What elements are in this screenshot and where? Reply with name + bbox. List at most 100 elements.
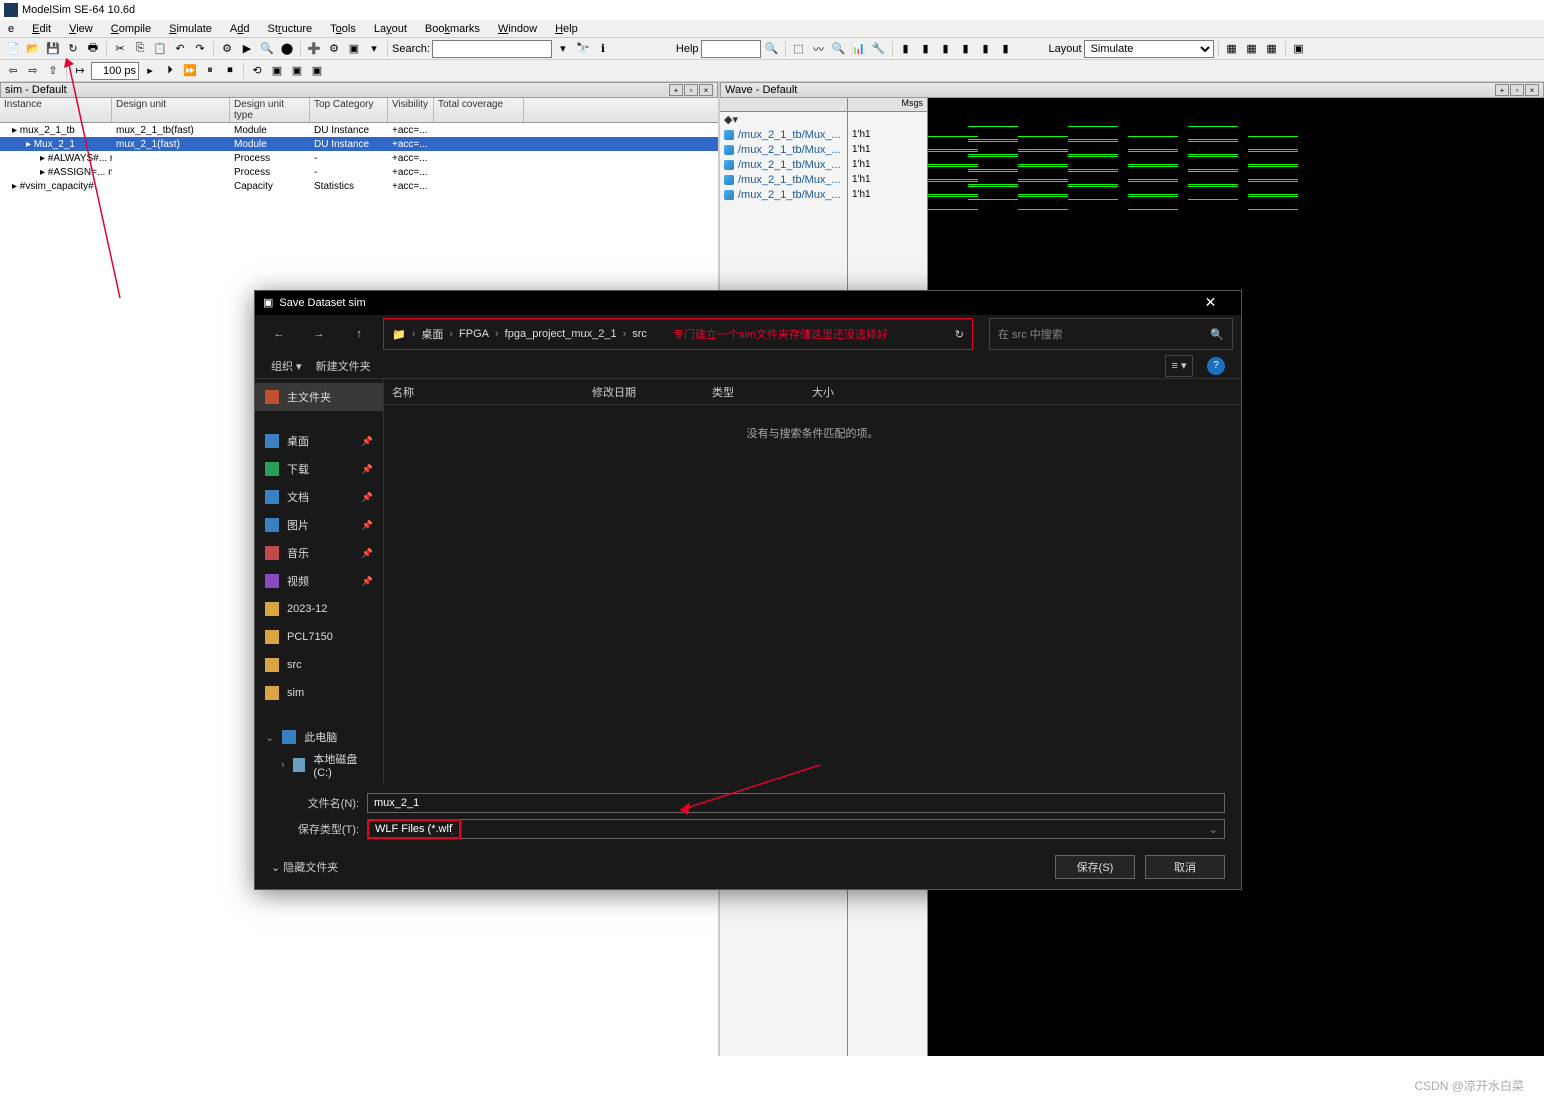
side-documents[interactable]: 文档📌 bbox=[255, 483, 383, 511]
nav-up-button[interactable]: ↑ bbox=[343, 318, 375, 350]
nav-back-button[interactable]: ← bbox=[263, 318, 295, 350]
zoom-icon[interactable]: 🔍 bbox=[830, 40, 848, 58]
wave-signal[interactable]: /mux_2_1_tb/Mux_... bbox=[720, 157, 847, 172]
nav-back-icon[interactable]: ⇦ bbox=[4, 62, 22, 80]
filename-input[interactable] bbox=[367, 793, 1225, 813]
breakpoint-icon[interactable]: ⬤ bbox=[278, 40, 296, 58]
panel-close-icon[interactable]: × bbox=[699, 84, 713, 96]
run-icon[interactable]: ▶ bbox=[238, 40, 256, 58]
open-icon[interactable]: 📂 bbox=[24, 40, 42, 58]
col-icon-2[interactable]: ▮ bbox=[917, 40, 935, 58]
col-icon-3[interactable]: ▮ bbox=[937, 40, 955, 58]
misc-icon-1[interactable]: ▣ bbox=[268, 62, 286, 80]
search-box[interactable]: 在 src 中搜索 🔍 bbox=[989, 318, 1233, 350]
refresh-icon[interactable]: ↻ bbox=[955, 328, 964, 341]
stop-icon[interactable]: ⏹ bbox=[221, 62, 239, 80]
menu-simulate[interactable]: Simulate bbox=[169, 23, 212, 35]
run-all-icon[interactable]: ⏵ bbox=[161, 62, 179, 80]
menu-tools[interactable]: Tools bbox=[330, 23, 356, 35]
tool-icon[interactable]: 🔧 bbox=[870, 40, 888, 58]
col-icon-1[interactable]: ▮ bbox=[897, 40, 915, 58]
col-visibility[interactable]: Visibility bbox=[388, 98, 434, 122]
wave-icon[interactable]: 〰 bbox=[810, 40, 828, 58]
extra-icon[interactable]: ▣ bbox=[1290, 40, 1308, 58]
menu-bookmarks[interactable]: Bookmarks bbox=[425, 23, 480, 35]
break-icon[interactable]: ⏸ bbox=[201, 62, 219, 80]
run-cont-icon[interactable]: ⏩ bbox=[181, 62, 199, 80]
module-icon[interactable]: ▣ bbox=[345, 40, 363, 58]
step-icon[interactable]: ↦ bbox=[71, 62, 89, 80]
compile-icon[interactable]: ⚙ bbox=[218, 40, 236, 58]
menu-view[interactable]: View bbox=[69, 23, 93, 35]
wave-panel-header[interactable]: Wave - Default + ▫ × bbox=[720, 82, 1544, 98]
settings-icon[interactable]: ⚙ bbox=[325, 40, 343, 58]
side-downloads[interactable]: 下载📌 bbox=[255, 455, 383, 483]
col-size[interactable]: 大小 bbox=[804, 384, 904, 400]
crumb-desktop[interactable]: 桌面 bbox=[421, 326, 443, 342]
search-input[interactable] bbox=[432, 40, 552, 58]
close-icon[interactable]: ✕ bbox=[1188, 291, 1233, 315]
menu-add[interactable]: Add bbox=[230, 23, 250, 35]
side-videos[interactable]: 视频📌 bbox=[255, 567, 383, 595]
menu-help[interactable]: Help bbox=[555, 23, 578, 35]
find-icon[interactable]: 🔍 bbox=[258, 40, 276, 58]
side-folder-3[interactable]: src bbox=[255, 651, 383, 679]
col-icon-6[interactable]: ▮ bbox=[997, 40, 1015, 58]
print-icon[interactable]: 🖶 bbox=[84, 40, 102, 58]
wave-signal[interactable]: /mux_2_1_tb/Mux_... bbox=[720, 127, 847, 142]
help-input[interactable] bbox=[701, 40, 761, 58]
help-button[interactable]: ? bbox=[1207, 357, 1225, 375]
col-name[interactable]: 名称 bbox=[384, 384, 584, 400]
run-step-icon[interactable]: ▸ bbox=[141, 62, 159, 80]
sim-row[interactable]: ▸ #ASSIGN=... mux_2_1(fast)Process-+acc=… bbox=[0, 165, 718, 179]
save-button[interactable]: 保存(S) bbox=[1055, 855, 1135, 879]
sim-row[interactable]: ▸ mux_2_1_tbmux_2_1_tb(fast)ModuleDU Ins… bbox=[0, 123, 718, 137]
wave-collapse-row[interactable]: ◆▾ bbox=[720, 112, 847, 127]
crumb-fpga[interactable]: FPGA bbox=[459, 328, 489, 340]
add-icon[interactable]: ➕ bbox=[305, 40, 323, 58]
layout-btn-3[interactable]: ▦ bbox=[1263, 40, 1281, 58]
col-icon-5[interactable]: ▮ bbox=[977, 40, 995, 58]
layout-select[interactable]: Simulate bbox=[1084, 40, 1214, 58]
wave-dock-icon[interactable]: + bbox=[1495, 84, 1509, 96]
new-icon[interactable]: 📄 bbox=[4, 40, 22, 58]
dropdown-icon[interactable]: ▾ bbox=[365, 40, 383, 58]
filetype-select-highlight[interactable] bbox=[367, 819, 461, 839]
menu-compile[interactable]: Compile bbox=[111, 23, 151, 35]
layout-btn-1[interactable]: ▦ bbox=[1223, 40, 1241, 58]
col-design-unit-type[interactable]: Design unit type bbox=[230, 98, 310, 122]
hide-folders-toggle[interactable]: ⌄ 隐藏文件夹 bbox=[271, 859, 338, 875]
copy-icon[interactable]: ⎘ bbox=[131, 40, 149, 58]
binoculars-icon[interactable]: 🔭 bbox=[574, 40, 592, 58]
cursor-icon[interactable]: ⬚ bbox=[790, 40, 808, 58]
crumb-src[interactable]: src bbox=[632, 328, 647, 340]
sim-row[interactable]: ▸ #ALWAYS#... mux_2_1(fast)Process-+acc=… bbox=[0, 151, 718, 165]
crumb-project[interactable]: fpga_project_mux_2_1 bbox=[505, 328, 617, 340]
wave-max-icon[interactable]: ▫ bbox=[1510, 84, 1524, 96]
view-mode-button[interactable]: ≡ ▾ bbox=[1165, 355, 1193, 377]
time-input[interactable] bbox=[91, 62, 139, 80]
side-music[interactable]: 音乐📌 bbox=[255, 539, 383, 567]
col-design-unit[interactable]: Design unit bbox=[112, 98, 230, 122]
wave-close-icon[interactable]: × bbox=[1525, 84, 1539, 96]
sim-row[interactable]: ▸ #vsim_capacity#CapacityStatistics+acc=… bbox=[0, 179, 718, 193]
cancel-button[interactable]: 取消 bbox=[1145, 855, 1225, 879]
side-folder-1[interactable]: 2023-12 bbox=[255, 595, 383, 623]
menu-window[interactable]: Window bbox=[498, 23, 537, 35]
nav-forward-button[interactable]: → bbox=[303, 318, 335, 350]
side-pictures[interactable]: 图片📌 bbox=[255, 511, 383, 539]
sim-row[interactable]: ▸ Mux_2_1mux_2_1(fast)ModuleDU Instance+… bbox=[0, 137, 718, 151]
panel-max-icon[interactable]: ▫ bbox=[684, 84, 698, 96]
wave-signal[interactable]: /mux_2_1_tb/Mux_... bbox=[720, 172, 847, 187]
help-go-icon[interactable]: 🔍 bbox=[763, 40, 781, 58]
nav-fwd-icon[interactable]: ⇨ bbox=[24, 62, 42, 80]
side-desktop[interactable]: 桌面📌 bbox=[255, 427, 383, 455]
wave-signal[interactable]: /mux_2_1_tb/Mux_... bbox=[720, 187, 847, 202]
side-pc[interactable]: ⌄此电脑 bbox=[255, 723, 383, 751]
restart-icon[interactable]: ⟲ bbox=[248, 62, 266, 80]
cut-icon[interactable]: ✂ bbox=[111, 40, 129, 58]
filetype-select[interactable]: ⌄ bbox=[461, 819, 1225, 839]
help-icon[interactable]: ℹ bbox=[594, 40, 612, 58]
misc-icon-3[interactable]: ▣ bbox=[308, 62, 326, 80]
menu-structure[interactable]: Structure bbox=[268, 23, 313, 35]
